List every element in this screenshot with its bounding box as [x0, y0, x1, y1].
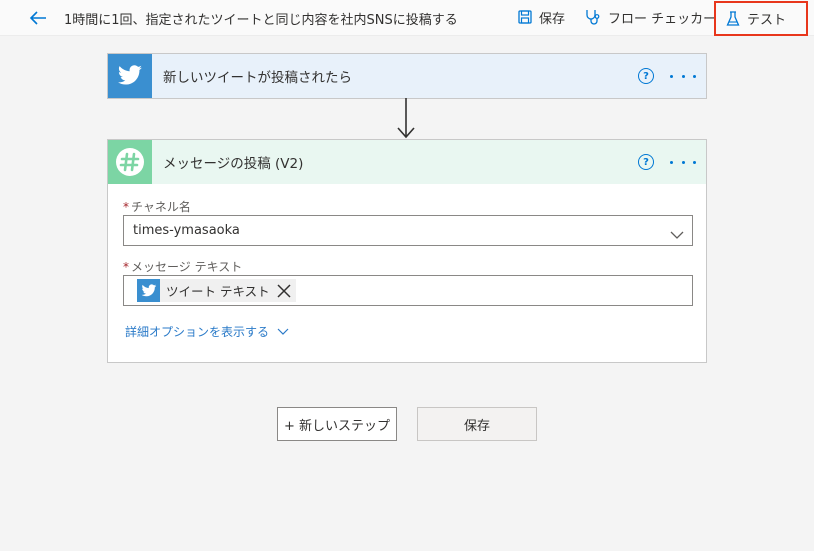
twitter-icon	[108, 54, 152, 98]
save-button[interactable]: 保存	[417, 407, 537, 441]
channel-name-select[interactable]: times-ymasaoka	[123, 215, 693, 246]
twitter-icon	[137, 279, 160, 302]
token-label: ツイート テキスト	[166, 284, 270, 299]
stethoscope-icon	[585, 9, 601, 25]
action-card: メッセージの投稿 (V2) ? * チャネル名 times-ymasaoka * メ…	[107, 139, 707, 363]
flow-checker-label: フロー チェッカー	[608, 11, 717, 27]
chevron-down-icon	[277, 325, 289, 339]
trigger-card[interactable]: 新しいツイートが投稿されたら ?	[107, 53, 707, 99]
dynamic-content-token[interactable]: ツイート テキスト	[137, 279, 296, 302]
flow-checker-command[interactable]: フロー チェッカー	[585, 5, 716, 29]
test-command[interactable]: テスト	[714, 1, 808, 36]
show-advanced-options-link[interactable]: 詳細オプションを表示する	[125, 323, 289, 340]
test-command-label: テスト	[747, 13, 787, 28]
floppy-disk-icon	[518, 10, 532, 24]
message-text-label: * メッセージ テキスト	[123, 260, 243, 274]
slack-icon	[108, 140, 152, 184]
close-icon[interactable]	[276, 283, 292, 299]
command-bar: 1時間に1回、指定されたツイートと同じ内容を社内SNSに投稿する 保存 フロー …	[0, 0, 814, 36]
new-step-button[interactable]: + 新しいステップ	[277, 407, 397, 441]
help-icon[interactable]: ?	[638, 154, 654, 170]
flow-title[interactable]: 1時間に1回、指定されたツイートと同じ内容を社内SNSに投稿する	[64, 9, 458, 28]
back-arrow-icon[interactable]	[26, 6, 50, 30]
action-card-header[interactable]: メッセージの投稿 (V2) ?	[108, 140, 706, 184]
save-command[interactable]: 保存	[518, 5, 565, 29]
more-options-icon[interactable]	[670, 66, 696, 86]
message-text-field[interactable]: ツイート テキスト	[123, 275, 693, 306]
more-options-icon[interactable]	[670, 152, 696, 172]
action-title: メッセージの投稿 (V2)	[163, 156, 304, 172]
chevron-down-icon	[670, 225, 684, 244]
save-command-label: 保存	[539, 11, 566, 27]
channel-name-label: * チャネル名	[123, 200, 191, 214]
trigger-title: 新しいツイートが投稿されたら	[163, 70, 352, 86]
channel-name-value: times-ymasaoka	[133, 223, 240, 238]
flask-icon	[726, 10, 740, 27]
connector-arrow-icon	[397, 98, 415, 139]
help-icon[interactable]: ?	[638, 68, 654, 84]
trigger-card-header[interactable]: 新しいツイートが投稿されたら ?	[108, 54, 706, 98]
